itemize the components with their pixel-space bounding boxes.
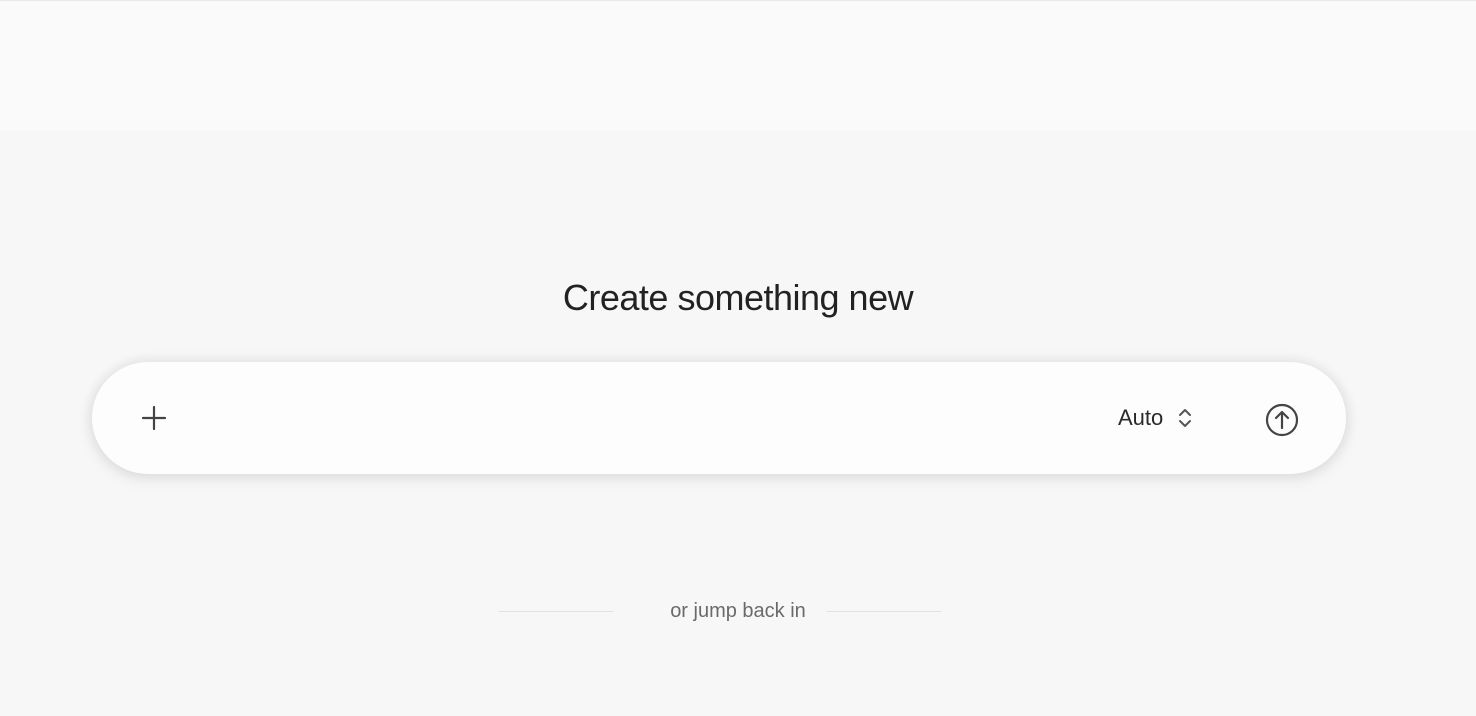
plus-icon [141, 405, 167, 431]
model-selector-label: Auto [1118, 405, 1164, 430]
prompt-input[interactable] [196, 392, 1100, 446]
divider-line-right [826, 611, 942, 612]
attach-button[interactable] [136, 400, 172, 436]
jump-back-divider: or jump back in [0, 596, 1476, 626]
divider-text: or jump back in [670, 600, 806, 622]
model-selector[interactable]: Auto [1118, 398, 1193, 438]
chevron-up-down-icon [1179, 409, 1192, 427]
submit-button[interactable] [1264, 402, 1300, 438]
top-band [0, 0, 1476, 130]
arrow-up-circle-icon [1265, 403, 1299, 437]
page-title: Create something new [562, 277, 914, 318]
prompt-composer: Auto [92, 362, 1346, 474]
